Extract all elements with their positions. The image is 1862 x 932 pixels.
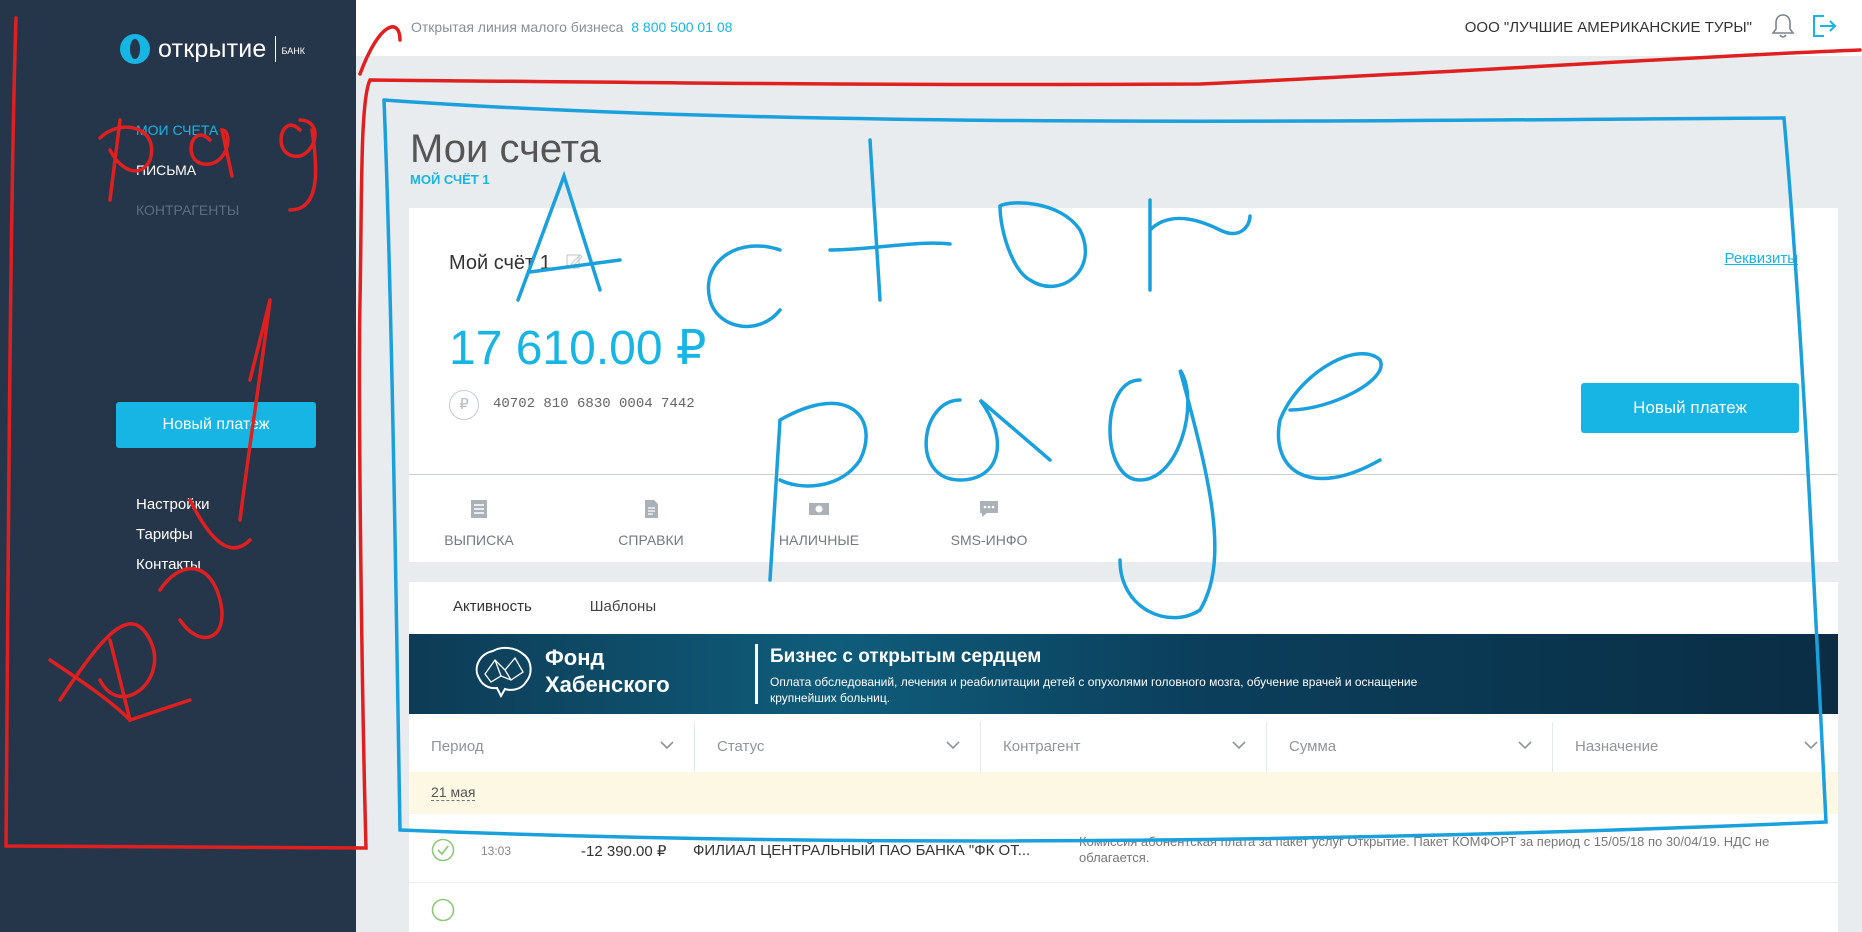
filter-period-label: Период xyxy=(431,738,484,755)
cash-icon xyxy=(809,503,829,515)
action-statement[interactable]: ВЫПИСКА xyxy=(409,498,549,548)
logo-separator xyxy=(274,36,276,62)
account-card: Мой счёт 1 Реквизиты 17 610.00 ₽ ₽ 40702… xyxy=(409,208,1838,562)
account-details-link[interactable]: Реквизиты xyxy=(1724,250,1798,267)
filter-status-label: Статус xyxy=(717,738,765,755)
action-sms-info-label: SMS-ИНФО xyxy=(950,532,1028,548)
account-balance: 17 610.00 ₽ xyxy=(449,322,707,375)
account-number: 40702 810 6830 0004 7442 xyxy=(493,396,695,412)
fund-name: Фонд Хабенского xyxy=(545,645,670,697)
banner-title: Бизнес с открытым сердцем xyxy=(770,646,1042,667)
transaction-row[interactable]: 13:03 -12 390.00 ₽ ФИЛИАЛ ЦЕНТРАЛЬНЫЙ ПА… xyxy=(409,814,1838,883)
top-header: Открытая линия малого бизнеса 8 800 500 … xyxy=(356,0,1862,56)
chevron-down-icon xyxy=(1232,741,1246,750)
transaction-purpose: Комиссия абонентская плата за пакет услу… xyxy=(1079,834,1770,865)
action-sms-info[interactable]: SMS-ИНФО xyxy=(919,498,1059,548)
activity-panel: Активность Шаблоны Фонд Хабенского Бизне… xyxy=(409,582,1838,932)
action-cash-label: НАЛИЧНЫЕ xyxy=(778,532,860,548)
check-circle-icon xyxy=(431,838,455,862)
sms-icon xyxy=(980,501,998,517)
filter-status[interactable]: Статус xyxy=(695,722,981,772)
filter-amount[interactable]: Сумма xyxy=(1267,722,1553,772)
brain-icon xyxy=(475,646,532,699)
action-certificates[interactable]: СПРАВКИ xyxy=(581,498,721,548)
filter-bar: Период Статус Контрагент Сумма Назначени… xyxy=(409,722,1838,772)
transaction-time: 13:03 xyxy=(481,844,512,858)
filter-counterparty-label: Контрагент xyxy=(1003,738,1081,755)
date-group-label[interactable]: 21 мая xyxy=(431,784,476,801)
sidebar: открытие БАНК МОИ СЧЕТА ПИСЬМА КОНТРАГЕН… xyxy=(0,0,356,932)
hotline: Открытая линия малого бизнеса 8 800 500 … xyxy=(411,19,732,35)
ruble-icon: ₽ xyxy=(449,390,479,420)
hotline-label: Открытая линия малого бизнеса xyxy=(411,19,624,35)
transaction-counterparty: ФИЛИАЛ ЦЕНТРАЛЬНЫЙ ПАО БАНКА "ФК ОТ... xyxy=(693,842,1031,859)
account-actions: ВЫПИСКА СПРАВКИ НАЛИЧНЫЕ SMS-ИНФО xyxy=(409,498,1109,558)
filter-amount-label: Сумма xyxy=(1289,738,1337,755)
sidebar-links: Настройки Тарифы Контакты xyxy=(136,496,210,586)
tab-activity[interactable]: Активность xyxy=(439,582,546,637)
sidebar-new-payment-button[interactable]: Новый платеж xyxy=(116,402,316,448)
new-payment-button[interactable]: Новый платеж xyxy=(1581,383,1799,433)
breadcrumb[interactable]: МОЙ СЧЁТ 1 xyxy=(410,172,490,187)
sidebar-item-my-accounts[interactable]: МОИ СЧЕТА xyxy=(136,122,239,138)
statement-icon xyxy=(471,500,487,518)
filter-period[interactable]: Период xyxy=(409,722,695,772)
action-statement-label: ВЫПИСКА xyxy=(444,532,514,548)
edit-icon[interactable] xyxy=(565,252,583,270)
company-name[interactable]: ООО "ЛУЧШИЕ АМЕРИКАНСКИЕ ТУРЫ" xyxy=(1465,19,1752,36)
hotline-phone-link[interactable]: 8 800 500 01 08 xyxy=(631,19,732,35)
logo-name: открытие xyxy=(158,34,267,63)
date-group-row: 21 мая xyxy=(409,772,1838,814)
sidebar-item-counterparties[interactable]: КОНТРАГЕНТЫ xyxy=(136,202,239,218)
bank-logo[interactable]: открытие БАНК xyxy=(120,34,305,64)
document-icon xyxy=(645,500,658,518)
check-circle-icon xyxy=(431,898,455,922)
transaction-amount: -12 390.00 ₽ xyxy=(581,843,667,860)
filter-purpose[interactable]: Назначение xyxy=(1553,722,1838,772)
action-cash[interactable]: НАЛИЧНЫЕ xyxy=(749,498,889,548)
sidebar-nav: МОИ СЧЕТА ПИСЬМА КОНТРАГЕНТЫ xyxy=(136,122,239,242)
logout-icon[interactable] xyxy=(1810,13,1838,39)
bell-icon[interactable] xyxy=(1770,12,1796,40)
logo-mark-icon xyxy=(120,34,150,64)
promo-banner[interactable]: Фонд Хабенского Бизнес с открытым сердце… xyxy=(409,634,1838,714)
filter-counterparty[interactable]: Контрагент xyxy=(981,722,1267,772)
action-certificates-label: СПРАВКИ xyxy=(618,532,684,548)
tab-templates[interactable]: Шаблоны xyxy=(576,582,670,634)
chevron-down-icon xyxy=(946,741,960,750)
chevron-down-icon xyxy=(1804,741,1818,750)
sidebar-link-tariffs[interactable]: Тарифы xyxy=(136,526,210,543)
chevron-down-icon xyxy=(1518,741,1532,750)
logo-bank-label: БАНК xyxy=(281,46,306,56)
card-divider xyxy=(409,474,1838,475)
chevron-down-icon xyxy=(660,741,674,750)
filter-purpose-label: Назначение xyxy=(1575,738,1659,755)
banner-text: Оплата обследований, лечения и реабилита… xyxy=(770,675,1418,705)
sidebar-link-settings[interactable]: Настройки xyxy=(136,496,210,513)
activity-tabs: Активность Шаблоны xyxy=(439,582,700,637)
account-name: Мой счёт 1 xyxy=(449,252,551,274)
sidebar-link-contacts[interactable]: Контакты xyxy=(136,556,210,573)
page-title: Мои счета xyxy=(410,126,601,171)
banner-separator xyxy=(755,644,758,704)
sidebar-item-letters[interactable]: ПИСЬМА xyxy=(136,162,239,178)
